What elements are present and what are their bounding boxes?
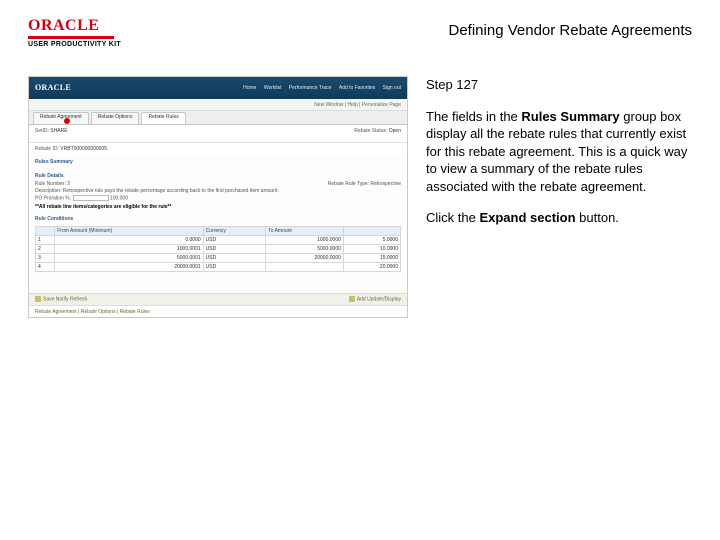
instruction-column: Step 127 The fields in the Rules Summary… bbox=[426, 76, 692, 318]
th-blank bbox=[36, 227, 55, 236]
footer-right[interactable]: Add Update/Display bbox=[357, 297, 401, 303]
screenshot-column: ORACLE Home Worklist Performance Trace A… bbox=[28, 76, 408, 318]
rules-summary-section: Rules Summary bbox=[29, 155, 407, 169]
nav-home[interactable]: Home bbox=[243, 85, 256, 91]
desc-label: Description: bbox=[35, 188, 61, 194]
app-breadcrumb: New Window | Help | Personalize Page bbox=[29, 99, 407, 111]
brand-block: ORACLE USER PRODUCTIVITY KIT bbox=[28, 18, 121, 48]
cell: USD bbox=[203, 254, 266, 263]
rule-details-heading: Rule Details bbox=[35, 173, 401, 179]
proration-value: 100.000 bbox=[110, 195, 128, 201]
eligibility-note: **All rebate line items/categories are e… bbox=[35, 204, 401, 210]
cell: 5.0000 bbox=[343, 236, 400, 245]
para-prefix: The fields in the bbox=[426, 109, 521, 124]
app-topbar: ORACLE Home Worklist Performance Trace A… bbox=[29, 77, 407, 99]
header: ORACLE USER PRODUCTIVITY KIT Defining Ve… bbox=[28, 18, 692, 48]
cell: 0.0000 bbox=[55, 236, 203, 245]
cell: 4 bbox=[36, 263, 55, 272]
cell: 1000.0000 bbox=[266, 236, 344, 245]
app-tabs: Rebate Agreement Rebate Options Rebate R… bbox=[29, 111, 407, 125]
rule-number-value: 2 bbox=[67, 181, 70, 187]
table-header-row: From Amount (Minimum) Currency To Amount bbox=[36, 227, 401, 236]
rebateid-value: VRBT000000000005 bbox=[60, 146, 107, 152]
proration-field[interactable] bbox=[73, 195, 109, 201]
callout-marker-icon bbox=[64, 118, 70, 124]
th-pct bbox=[343, 227, 400, 236]
add-icon bbox=[349, 296, 355, 302]
cell: USD bbox=[203, 236, 266, 245]
save-icon bbox=[35, 296, 41, 302]
brand-divider bbox=[28, 36, 114, 39]
header-fields: SetID: SHARE Rebate Status: Open bbox=[29, 125, 407, 143]
app-screenshot: ORACLE Home Worklist Performance Trace A… bbox=[28, 76, 408, 318]
rule-conditions-heading: Rule Conditions bbox=[35, 216, 401, 222]
step-label: Step 127 bbox=[426, 76, 692, 94]
brand-subtitle: USER PRODUCTIVITY KIT bbox=[28, 41, 121, 48]
cell: 20.0000 bbox=[343, 263, 400, 272]
app-brand: ORACLE bbox=[35, 83, 71, 93]
app-footer: Save Notify Refresh Add Update/Display R… bbox=[29, 293, 407, 317]
tab-rebate-agreement[interactable]: Rebate Agreement bbox=[33, 112, 89, 124]
brand-logo: ORACLE bbox=[28, 18, 121, 34]
setid-value: SHARE bbox=[50, 128, 67, 134]
table-row[interactable]: 3 5000.0001 USD 20000.0000 15.0000 bbox=[36, 254, 401, 263]
nav-favorites[interactable]: Add to Favorites bbox=[339, 85, 375, 91]
rule-details-section: Rule Details Rule Number: 2 Rebate Rule … bbox=[29, 169, 407, 212]
proration-label: PO Proration %: bbox=[35, 195, 71, 201]
cell: 20000.0000 bbox=[266, 254, 344, 263]
cell: 10.0000 bbox=[343, 245, 400, 254]
cell: 1000.0001 bbox=[55, 245, 203, 254]
rules-summary-heading[interactable]: Rules Summary bbox=[35, 159, 401, 165]
tab-rebate-options[interactable]: Rebate Options bbox=[91, 112, 140, 124]
status-value: Open bbox=[389, 128, 401, 134]
click-bold-expand-section: Expand section bbox=[479, 210, 575, 225]
header-fields-2: Rebate ID: VRBT000000000005 bbox=[29, 143, 407, 155]
th-to: To Amount bbox=[266, 227, 344, 236]
instruction-paragraph: The fields in the Rules Summary group bo… bbox=[426, 108, 692, 196]
setid-label: SetID: bbox=[35, 128, 49, 134]
rebateid-label: Rebate ID: bbox=[35, 146, 59, 152]
table-row[interactable]: 4 20000.0001 USD 20.0000 bbox=[36, 263, 401, 272]
th-currency: Currency bbox=[203, 227, 266, 236]
rule-type-label: Rebate Rule Type: bbox=[328, 181, 369, 187]
body: ORACLE Home Worklist Performance Trace A… bbox=[28, 76, 692, 318]
cell: 5000.0001 bbox=[55, 254, 203, 263]
rule-type-value: Retrospective bbox=[370, 181, 401, 187]
instruction-click: Click the Expand section button. bbox=[426, 209, 692, 227]
footer-tab-links[interactable]: Rebate Agreement | Rebate Options | Reba… bbox=[35, 309, 150, 315]
cell: 15.0000 bbox=[343, 254, 400, 263]
cell: 5000.0000 bbox=[266, 245, 344, 254]
footer-left[interactable]: Save Notify Refresh bbox=[43, 297, 87, 303]
nav-signout[interactable]: Sign out bbox=[383, 85, 401, 91]
cell: 2 bbox=[36, 245, 55, 254]
status-label: Rebate Status: bbox=[354, 128, 387, 134]
cell: USD bbox=[203, 245, 266, 254]
conditions-table: From Amount (Minimum) Currency To Amount… bbox=[35, 226, 401, 272]
app-nav: Home Worklist Performance Trace Add to F… bbox=[237, 85, 401, 91]
para-bold-rules-summary: Rules Summary bbox=[521, 109, 619, 124]
cell: 20000.0001 bbox=[55, 263, 203, 272]
click-suffix: button. bbox=[576, 210, 619, 225]
tab-rebate-rules[interactable]: Rebate Rules bbox=[141, 112, 185, 124]
nav-perf-trace[interactable]: Performance Trace bbox=[289, 85, 332, 91]
footer-actions: Save Notify Refresh Add Update/Display bbox=[29, 293, 407, 305]
desc-value: Retrospective rule pays the rebate perce… bbox=[63, 188, 279, 194]
cell: 3 bbox=[36, 254, 55, 263]
click-prefix: Click the bbox=[426, 210, 479, 225]
page: ORACLE USER PRODUCTIVITY KIT Defining Ve… bbox=[0, 0, 720, 540]
nav-worklist[interactable]: Worklist bbox=[264, 85, 282, 91]
footer-tabs: Rebate Agreement | Rebate Options | Reba… bbox=[29, 305, 407, 317]
rule-number-label: Rule Number: bbox=[35, 181, 66, 187]
table-row[interactable]: 1 0.0000 USD 1000.0000 5.0000 bbox=[36, 236, 401, 245]
page-title: Defining Vendor Rebate Agreements bbox=[449, 22, 693, 39]
th-from: From Amount (Minimum) bbox=[55, 227, 203, 236]
cell: USD bbox=[203, 263, 266, 272]
rule-conditions-section: Rule Conditions From Amount (Minimum) Cu… bbox=[29, 212, 407, 274]
cell bbox=[266, 263, 344, 272]
cell: 1 bbox=[36, 236, 55, 245]
table-row[interactable]: 2 1000.0001 USD 5000.0000 10.0000 bbox=[36, 245, 401, 254]
